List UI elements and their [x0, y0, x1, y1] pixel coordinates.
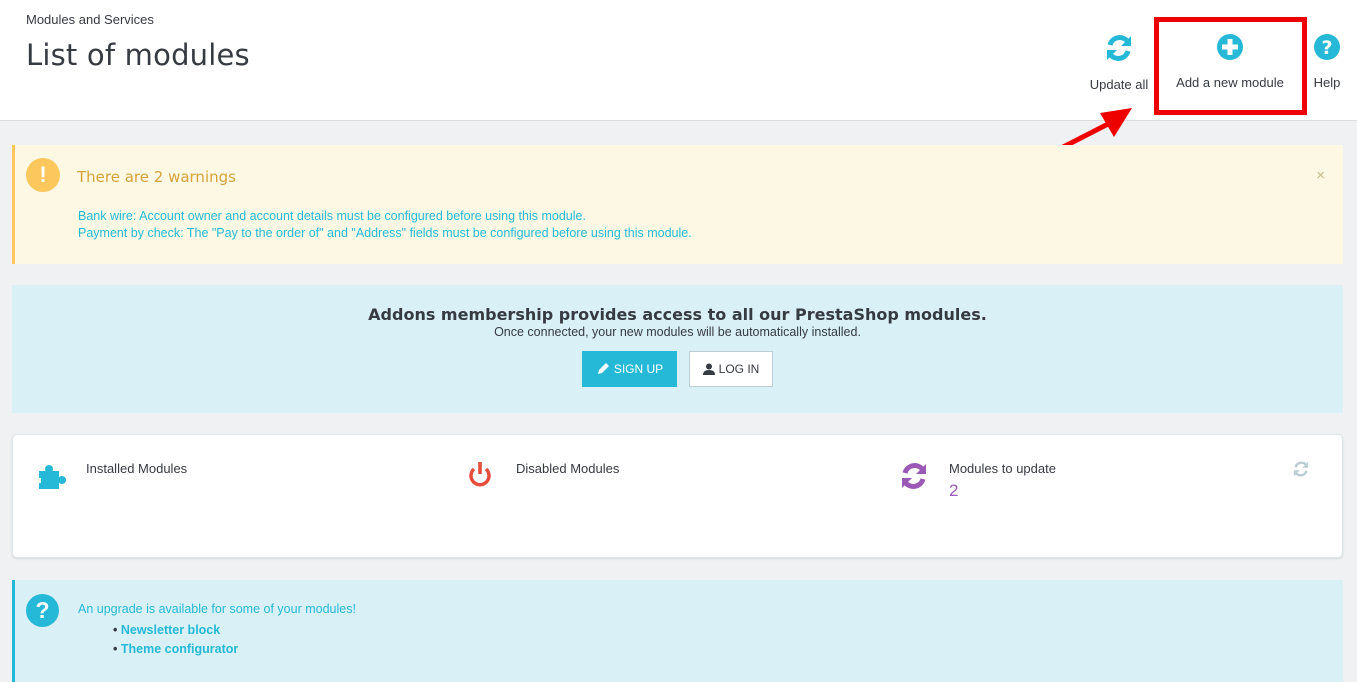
help-button[interactable]: ? Help [1307, 33, 1347, 90]
sign-up-label: SIGN UP [613, 362, 664, 376]
installed-modules-label: Installed Modules [86, 461, 188, 476]
refresh-icon [1107, 35, 1131, 61]
update-all-button[interactable]: Update all [1082, 33, 1156, 92]
warning-list: Bank wire: Account owner and account det… [78, 208, 692, 242]
upgrade-title: An upgrade is available for some of your… [78, 602, 356, 616]
warning-title: There are 2 warnings [77, 168, 236, 186]
pencil-icon [597, 363, 609, 374]
refresh-icon[interactable] [1292, 460, 1310, 478]
puzzle-icon [37, 465, 66, 489]
modules-to-update-count: 2 [949, 481, 959, 500]
breadcrumb[interactable]: Modules and Services [26, 12, 154, 27]
log-in-label: LOG IN [718, 362, 760, 376]
question-circle-icon: ? [26, 594, 59, 627]
addons-panel: Addons membership provides access to all… [12, 285, 1343, 413]
question-circle-icon: ? [1314, 34, 1340, 60]
exclamation-icon: ! [26, 158, 60, 192]
sign-up-button[interactable]: SIGN UP [582, 351, 677, 387]
modules-to-update-label: Modules to update [949, 461, 1056, 476]
page-header: Modules and Services List of modules Upd… [0, 0, 1357, 121]
module-stats-panel: Installed Modules Disabled Modules Modul… [12, 434, 1343, 558]
upgrade-item-newsletter-block[interactable]: Newsletter block [113, 621, 238, 640]
user-icon [702, 363, 715, 375]
refresh-icon [902, 463, 926, 489]
log-in-button[interactable]: LOG IN [689, 351, 773, 387]
warning-item: Payment by check: The "Pay to the order … [78, 226, 692, 240]
page-title: List of modules [26, 38, 250, 72]
upgrade-list: Newsletter block Theme configurator [113, 621, 238, 659]
update-all-label: Update all [1089, 77, 1149, 92]
help-label: Help [1313, 75, 1341, 90]
addons-title: Addons membership provides access to all… [368, 305, 987, 324]
addons-subtitle: Once connected, your new modules will be… [494, 325, 861, 339]
disabled-modules-label: Disabled Modules [516, 461, 620, 476]
upgrade-item-theme-configurator[interactable]: Theme configurator [113, 640, 238, 659]
power-icon [469, 462, 491, 487]
svg-text:?: ? [1321, 37, 1332, 59]
warning-alert: ! There are 2 warnings × Bank wire: Acco… [12, 145, 1343, 264]
close-icon[interactable]: × [1316, 167, 1325, 184]
highlight-box [1154, 17, 1307, 115]
upgrade-alert: ? An upgrade is available for some of yo… [12, 580, 1343, 682]
warning-item: Bank wire: Account owner and account det… [78, 209, 586, 223]
